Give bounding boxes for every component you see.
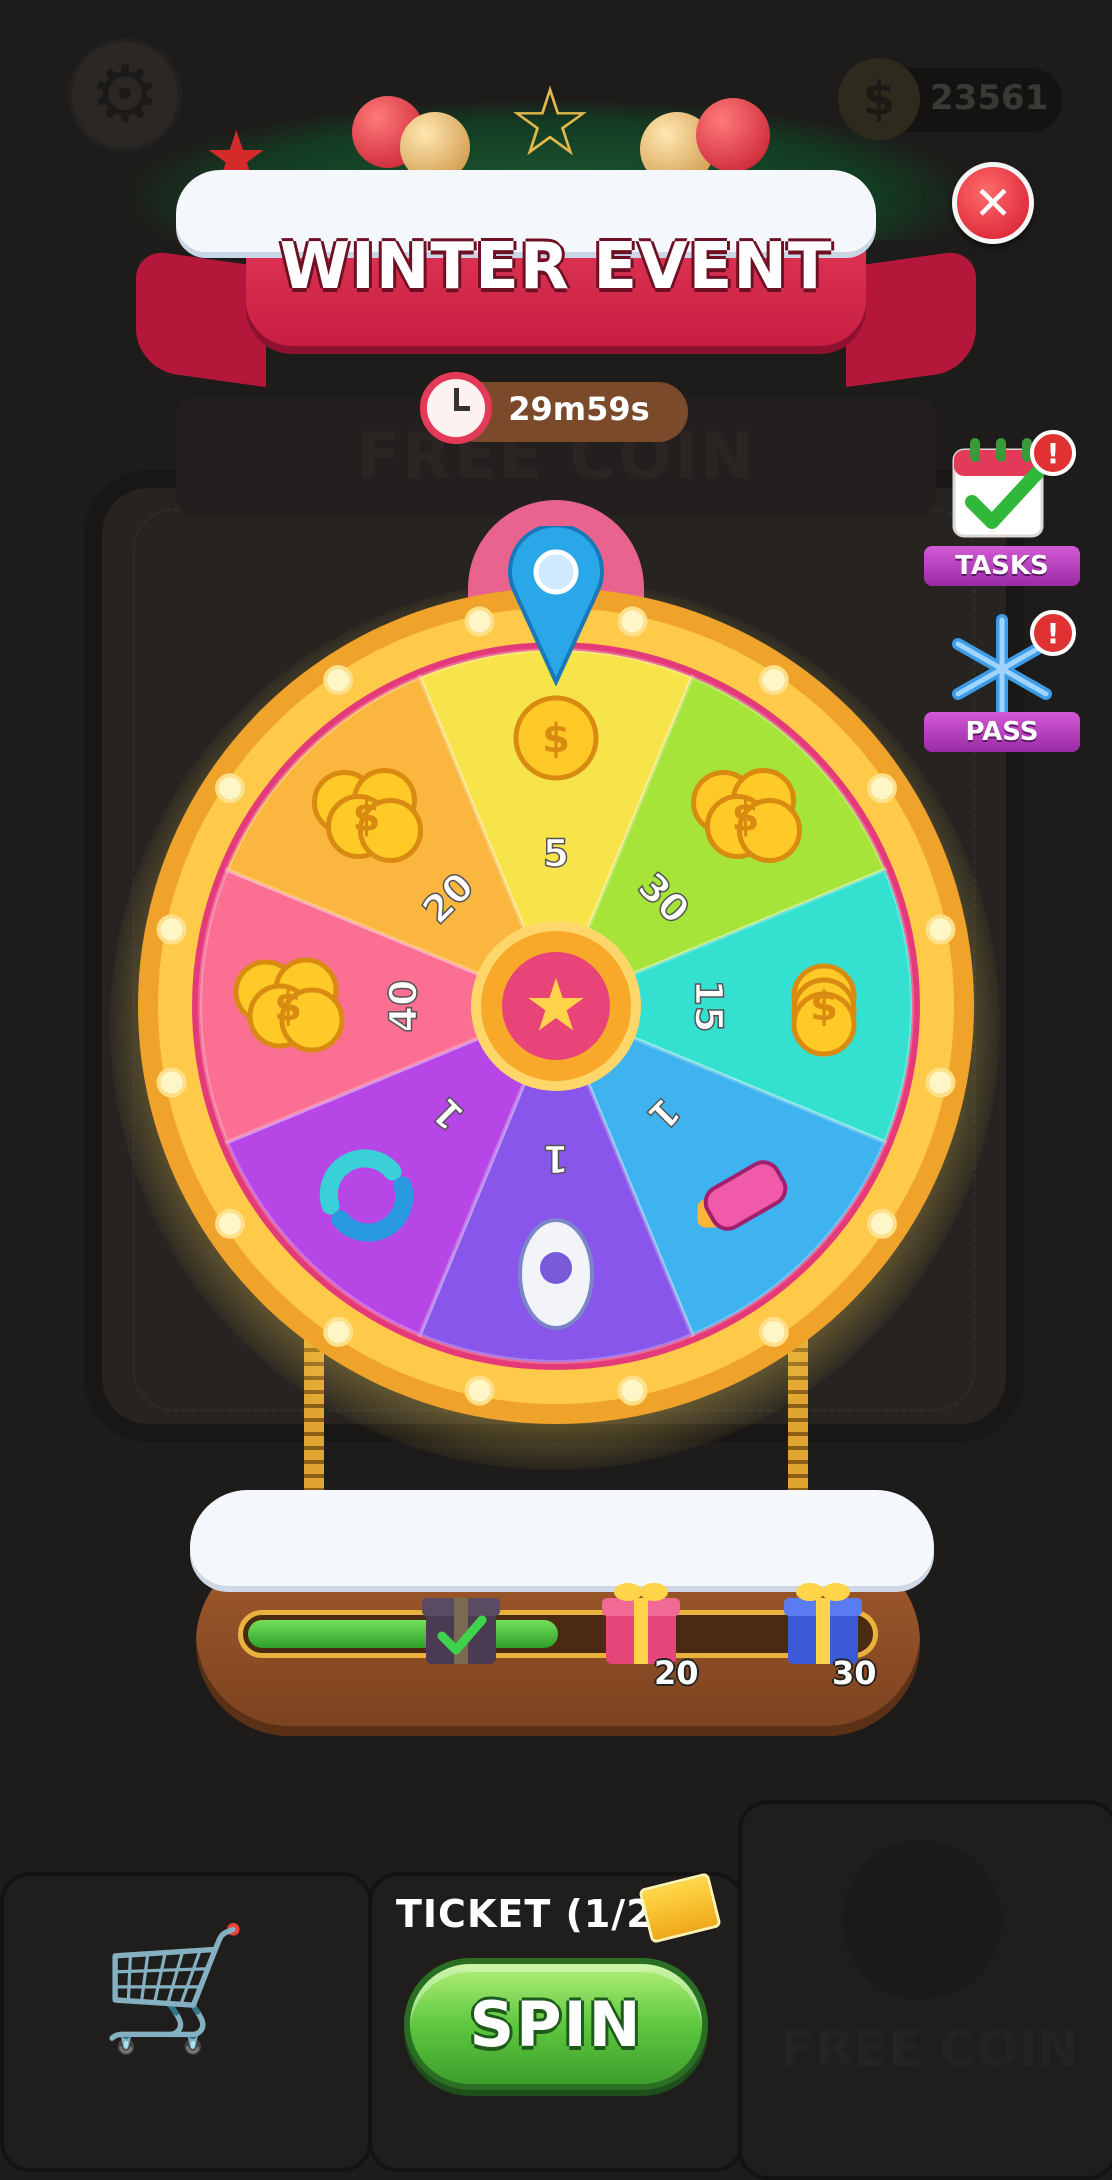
close-button[interactable]: ✕: [952, 162, 1034, 244]
event-timer: 29m59s: [508, 390, 650, 428]
spin-button[interactable]: SPIN: [404, 1958, 708, 2090]
star-icon: ★: [524, 963, 589, 1047]
segment-label: 15: [687, 980, 731, 1033]
rocket-icon: [518, 1218, 594, 1330]
wheel-bulb: [925, 1067, 956, 1098]
svg-text:$: $: [353, 794, 381, 840]
svg-text:$: $: [274, 984, 302, 1030]
milestone-label: 30: [832, 1654, 877, 1692]
star-ornament-icon: ☆: [506, 66, 594, 178]
wheel-bulb: [156, 1067, 187, 1098]
plank-snow: [190, 1490, 934, 1586]
wheel-bulb: [925, 914, 956, 945]
wheel-bulb: [464, 1375, 495, 1406]
svg-text:$: $: [732, 794, 760, 840]
wheel-bulb: [866, 773, 897, 804]
wheel-bulb: [323, 1316, 354, 1347]
segment-label: 40: [382, 980, 426, 1033]
coin-icon: $: [513, 695, 599, 781]
wheel-bulb: [215, 1208, 246, 1239]
wheel-pointer-icon: [508, 526, 604, 686]
coin-stack-icon: $: [791, 963, 857, 1057]
shopping-cart-icon: 🛒: [100, 1920, 250, 2059]
tasks-button[interactable]: TASKS !: [922, 430, 1082, 600]
tab-free-coin-label: FREE COIN: [780, 2020, 1080, 2078]
progress-fill: [248, 1620, 558, 1648]
wheel-bulb: [617, 606, 648, 637]
segment-label: 1: [543, 1137, 569, 1181]
wheel-bulb: [758, 1316, 789, 1347]
gift-claimed-icon: [422, 1598, 500, 1664]
segment-label: 5: [543, 832, 569, 876]
alert-badge: !: [1030, 430, 1076, 476]
coin-stack-icon: [842, 1840, 1002, 2000]
wheel-bulb: [758, 665, 789, 696]
milestone-label: 20: [654, 1654, 699, 1692]
clock-hand: [454, 406, 470, 411]
wheel-bulb: [866, 1208, 897, 1239]
wheel-bulb: [617, 1375, 648, 1406]
red-ornament-icon: [696, 98, 770, 172]
event-title: WINTER EVENT: [279, 230, 833, 304]
wheel-bulb: [323, 665, 354, 696]
ticket-label: TICKET (1/2): [396, 1892, 672, 1936]
wheel-bulb: [215, 773, 246, 804]
wheel-bulb: [156, 914, 187, 945]
wheel-bulb: [464, 606, 495, 637]
spin-label: SPIN: [469, 1987, 643, 2061]
svg-text:$: $: [542, 716, 570, 762]
svg-text:$: $: [810, 984, 838, 1030]
close-icon: ✕: [973, 176, 1013, 230]
alert-badge: !: [1030, 610, 1076, 656]
prize-wheel[interactable]: 530151114020 $$$$$ ★: [130, 580, 982, 1432]
